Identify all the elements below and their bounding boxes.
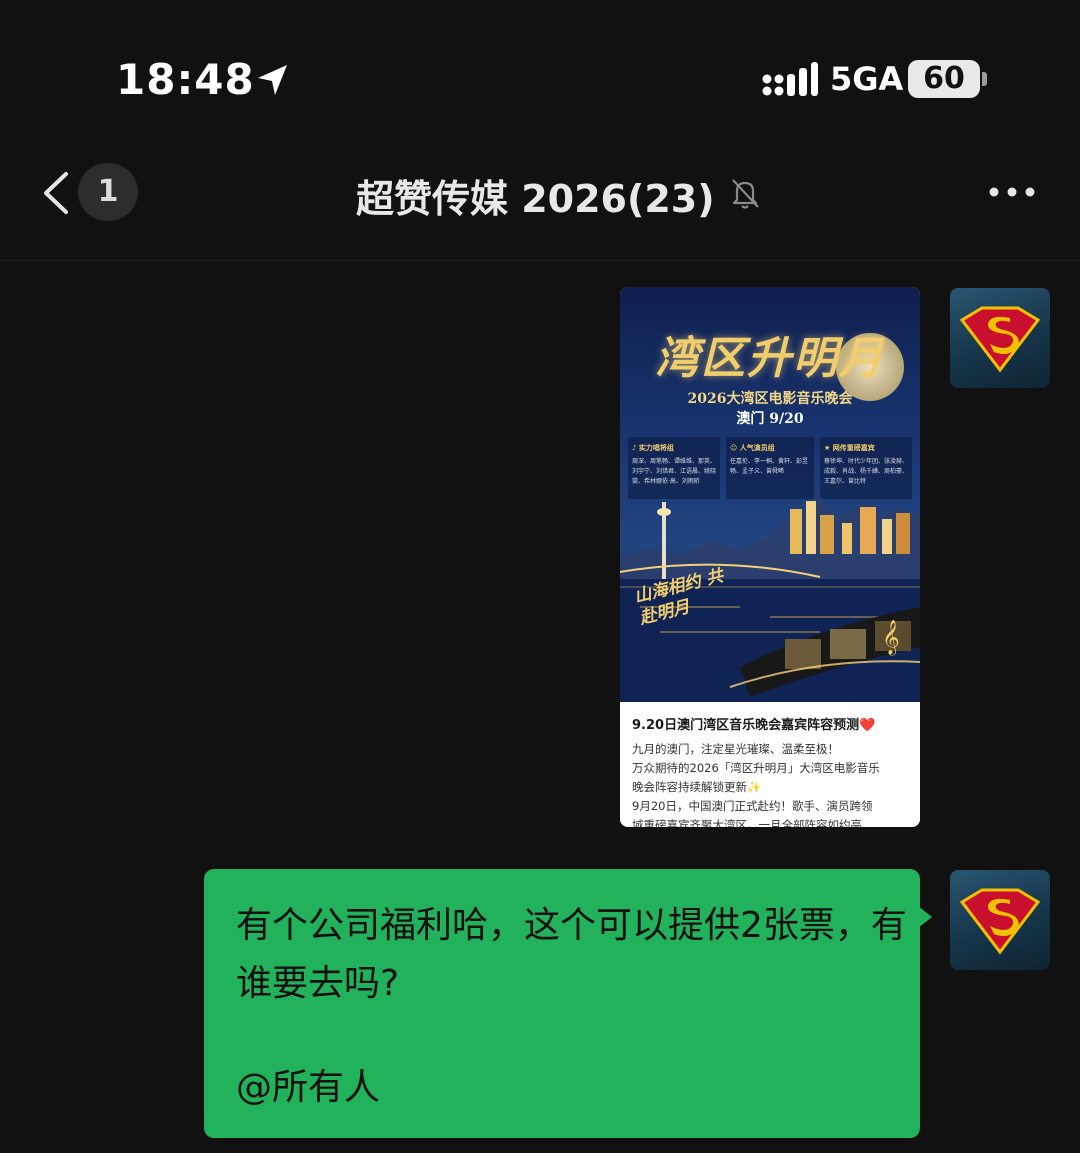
- post-body-line: 晚会阵容持续解锁更新✨: [632, 780, 762, 794]
- post-body-line: 万众期待的2026「湾区升明月」大湾区电影音乐: [632, 761, 880, 775]
- sender-avatar[interactable]: [950, 288, 1050, 388]
- message-bubble[interactable]: 有个公司福利哈，这个可以提供2张票，有谁要去吗? @所有人: [204, 869, 920, 1138]
- poster-title: 湾区升明月: [655, 333, 885, 384]
- battery-level: 60: [908, 60, 980, 98]
- post-body: 九月的澳门，注定星光璀璨、温柔至极！ 万众期待的2026「湾区升明月」大湾区电影…: [632, 740, 912, 827]
- poster-subtitle: 2026大湾区电影音乐晚会: [687, 391, 853, 407]
- post-body-line: 9月20日，中国澳门正式赴约！歌手、演员跨领: [632, 799, 873, 813]
- superman-logo-icon: [959, 888, 1041, 955]
- poster-date: 澳门 9/20: [736, 411, 804, 427]
- mute-bell-icon: [732, 179, 759, 209]
- unread-count-badge[interactable]: 1: [78, 163, 138, 221]
- post-headline: 9.20日澳门湾区音乐晚会嘉宾阵容预测❤️: [632, 718, 876, 733]
- superman-logo-icon: [959, 306, 1041, 373]
- location-arrow-icon: [258, 65, 287, 95]
- network-type: 5GA: [830, 60, 904, 98]
- status-bar: 18:48 5GA 60: [0, 0, 1080, 150]
- post-text-area: 9.20日澳门湾区音乐晚会嘉宾阵容预测❤️ 九月的澳门，注定星光璀璨、温柔至极！…: [620, 702, 920, 827]
- sender-avatar[interactable]: [950, 870, 1050, 970]
- message-text: 有个公司福利哈，这个可以提供2张票，有谁要去吗?: [236, 905, 907, 1004]
- status-time: 18:48: [116, 55, 255, 104]
- poster-column-head: ★ 网传重磅嘉宾: [824, 444, 875, 452]
- nav-divider: [0, 260, 1080, 261]
- poster-column-body: 周深、周笔畅、谭维维、那英、刘宇宁、刘惜君、江语晨、姚晓棠、希林娜依·高、刘雨昕: [632, 458, 717, 485]
- back-chevron-icon[interactable]: [38, 170, 78, 216]
- mention-all[interactable]: @所有人: [236, 1059, 380, 1117]
- message-bubble-tail: [918, 906, 932, 928]
- svg-text:𝄞: 𝄞: [882, 620, 900, 656]
- post-body-line: 九月的澳门，注定星光璀璨、温柔至极！: [632, 742, 839, 756]
- chat-title[interactable]: 超赞传媒 2026(23): [356, 168, 715, 223]
- shared-post-card[interactable]: 𝄞 湾区升明月 2026大湾区电影音乐晚会 澳门 9/20 ♪ 实力唱将组 周深…: [620, 287, 920, 827]
- poster-column-body: 蔡徐坤、时代少年团、张凌赫、成毅、肖战、杨千嬅、周柏豪、王嘉尔、曾比特: [824, 458, 909, 485]
- poster-column-head: ♪ 实力唱将组: [632, 444, 674, 452]
- poster-column-head: ☺ 人气演员组: [730, 444, 775, 452]
- post-body-line: 域重磅嘉宾齐聚大湾区，一旦全部阵容如约亮: [632, 818, 862, 827]
- battery-tip: [982, 72, 987, 86]
- signal-strength-icon: [762, 62, 818, 96]
- poster-column-body: 任嘉伦、李一桐、黄轩、彭昱畅、孟子义、曾舜晞: [730, 458, 809, 475]
- more-options-icon[interactable]: [986, 184, 1038, 200]
